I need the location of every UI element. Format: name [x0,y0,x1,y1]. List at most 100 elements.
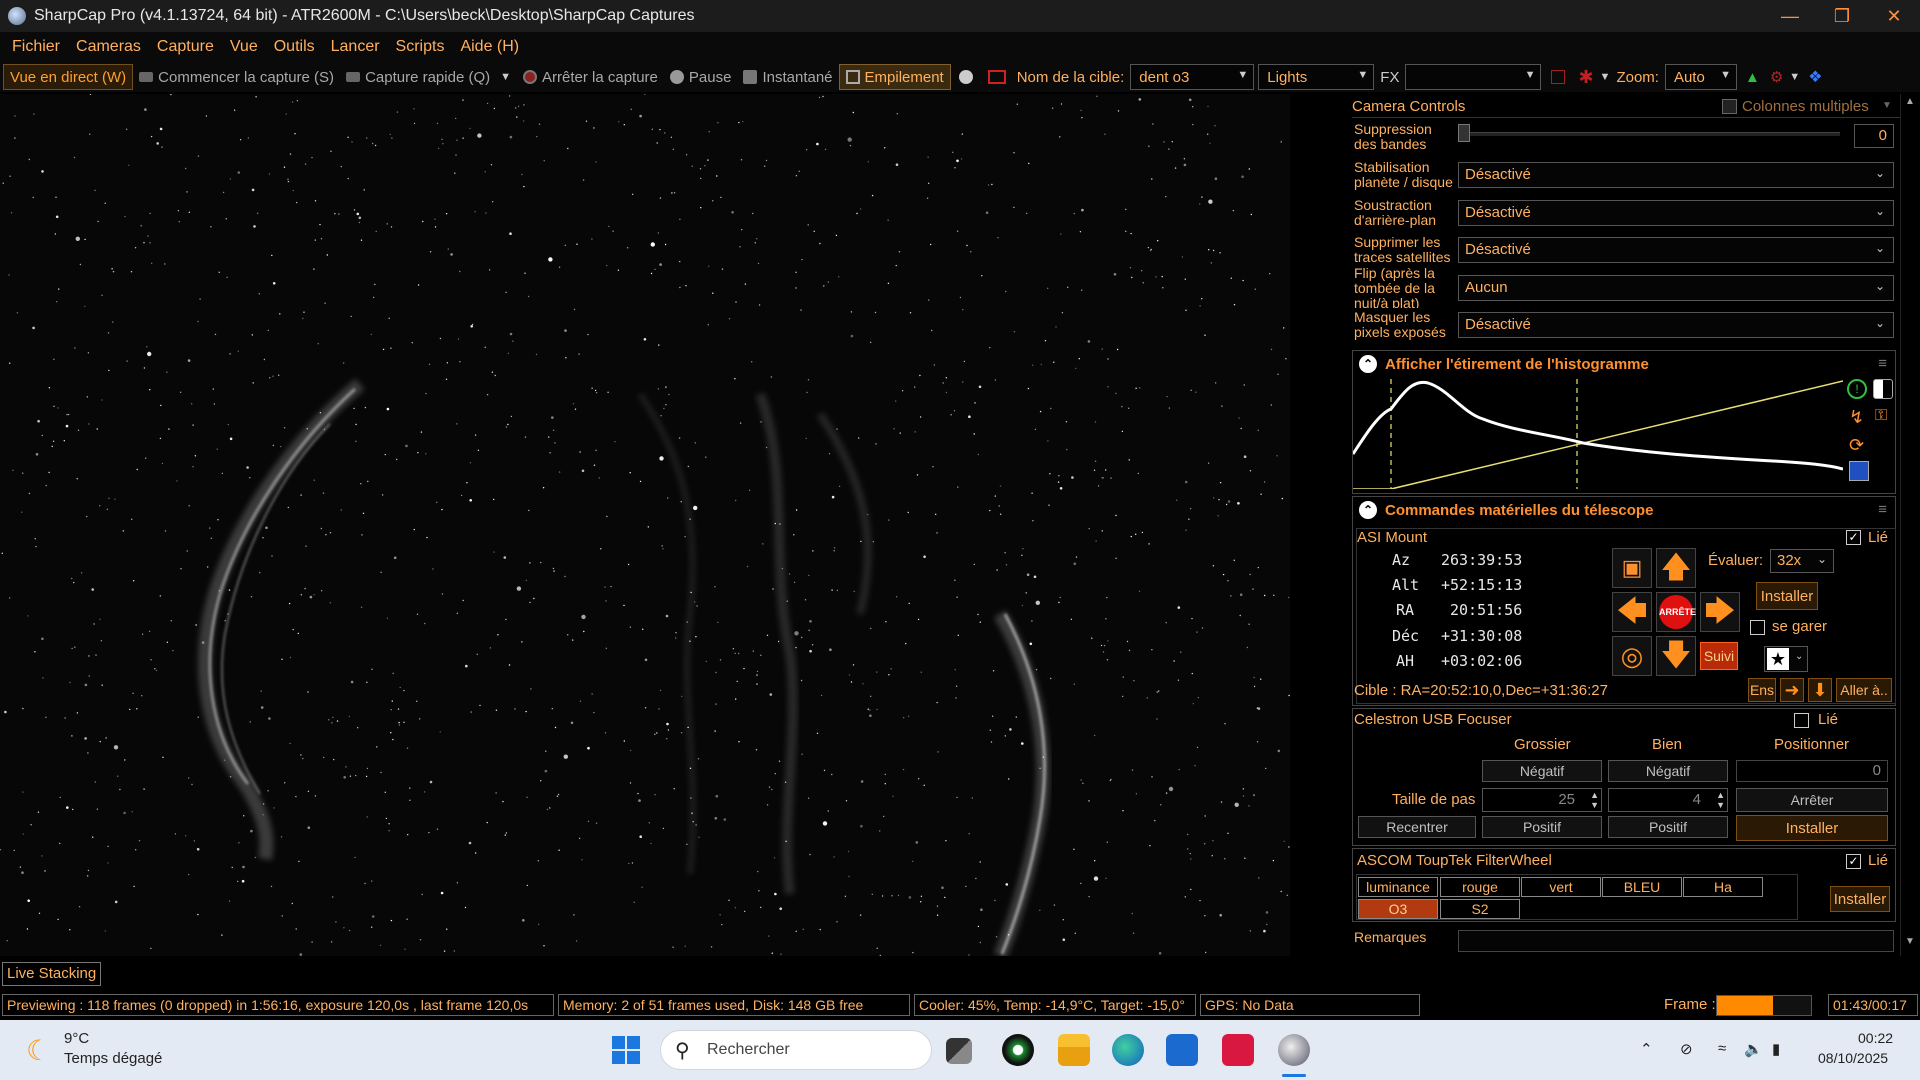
stacking-button[interactable]: Empilement [838,64,951,90]
menu-lancer[interactable]: Lancer [323,38,388,56]
background-subtraction-select[interactable]: Désactivé ⌄ [1458,200,1894,226]
pause-button[interactable]: Pause [664,64,738,90]
windows-start-icon[interactable] [612,1036,640,1064]
start-capture-button[interactable]: Commencer la capture (S) [133,64,340,90]
weather-desc[interactable]: Temps dégagé [64,1050,162,1067]
filterwheel-linked-checkbox[interactable]: ✓ [1846,854,1861,869]
flip-select[interactable]: Aucun ⌄ [1458,275,1894,301]
info-icon[interactable]: ! [1847,379,1867,399]
center-target-button[interactable]: ◎ [1612,636,1652,676]
fine-positive-button[interactable]: Positif [1608,816,1728,838]
menu-scripts[interactable]: Scripts [388,38,453,56]
histogram-icon[interactable]: ▲ [1745,69,1760,86]
chevron-down-icon[interactable]: ▼ [1600,71,1611,83]
scroll-down-icon[interactable]: ▼ [1905,936,1915,947]
mount-install-button[interactable]: Installer [1756,582,1818,610]
phd-guiding-icon[interactable] [1002,1034,1034,1066]
filter-luminance[interactable]: luminance [1358,877,1438,897]
menu-outils[interactable]: Outils [266,38,323,56]
mask-pixels-select[interactable]: Désactivé ⌄ [1458,312,1894,338]
microsoft-store-icon[interactable] [1166,1034,1198,1066]
minimize-button[interactable]: — [1764,0,1816,32]
brightness-icon[interactable] [958,70,973,84]
menu-capture[interactable]: Capture [149,38,222,56]
tracking-button[interactable]: Suivi [1700,642,1738,670]
goto-arrow-down-button[interactable]: ⬇ [1808,678,1832,702]
task-view-icon[interactable] [946,1038,972,1064]
quick-capture-button[interactable]: Capture rapide (Q) ▼ [340,64,517,90]
sharpcap-taskbar-icon[interactable] [1278,1034,1310,1066]
north-arrow-button[interactable]: 🡅 [1656,548,1696,588]
east-arrow-button[interactable]: 🡆 [1700,592,1740,632]
contrast-icon[interactable] [1873,379,1893,399]
coarse-positive-button[interactable]: Positif [1482,816,1602,838]
satellite-removal-select[interactable]: Désactivé ⌄ [1458,237,1894,263]
stabilisation-select[interactable]: Désactivé ⌄ [1458,162,1894,188]
banding-slider[interactable] [1458,124,1840,142]
menu-icon[interactable]: ≡ [1878,501,1887,518]
chevron-down-icon[interactable]: ▼ [500,71,511,83]
snapshot-button[interactable]: Instantané [737,64,838,90]
recenter-button[interactable]: Recentrer [1358,816,1476,838]
asiair-app-icon[interactable] [1222,1034,1254,1066]
menu-icon[interactable]: ≡ [1878,355,1887,372]
panel-scrollbar[interactable]: ▲ ▼ [1900,94,1918,956]
live-stacking-tab[interactable]: Live Stacking [2,962,102,986]
focuser-install-button[interactable]: Installer [1736,815,1888,841]
filter-o3[interactable]: O3 [1358,899,1438,919]
file-explorer-icon[interactable] [1058,1034,1090,1066]
filter-ha[interactable]: Ha [1683,877,1763,897]
menu-cameras[interactable]: Cameras [68,38,149,56]
lightning-icon[interactable]: ↯ [1849,407,1864,428]
reset-icon[interactable]: ⟳ [1849,435,1864,456]
spinner-icon[interactable]: ▲ ▼ [1590,790,1599,810]
filter-vert[interactable]: vert [1521,877,1601,897]
telescope-header[interactable]: ⌃ Commandes matérielles du télescope ≡ [1353,497,1895,523]
target-name-input[interactable]: dent o3 ▼ [1130,64,1255,90]
fine-step-input[interactable]: 4 ▲ ▼ [1608,788,1728,812]
star-select[interactable]: ★ ⌄ [1764,646,1808,672]
south-arrow-button[interactable]: 🡇 [1656,636,1696,676]
set-target-button[interactable]: Ens [1748,678,1776,702]
edge-browser-icon[interactable] [1112,1034,1144,1066]
coarse-step-input[interactable]: 25 ▲ ▼ [1482,788,1602,812]
frame-type-select[interactable]: Lights ▼ [1258,64,1375,90]
multi-columns-checkbox[interactable] [1722,99,1737,114]
weather-temp[interactable]: 9°C [64,1030,89,1047]
coarse-negative-button[interactable]: Négatif [1482,760,1602,782]
menu-fichier[interactable]: Fichier [4,38,68,56]
west-arrow-button[interactable]: 🡄 [1612,592,1652,632]
chevron-up-icon[interactable]: ⌃ [1640,1040,1653,1058]
weather-moon-icon[interactable]: ☾ [26,1034,51,1067]
focuser-stop-button[interactable]: Arrêter [1736,788,1888,812]
wifi-icon[interactable]: ≈ [1718,1040,1726,1057]
clock-time[interactable]: 00:22 [1858,1030,1893,1046]
position-value-field[interactable]: 0 [1736,760,1888,782]
spinner-icon[interactable]: ▲ ▼ [1716,790,1725,810]
polar-align-icon[interactable]: ❖ [1808,67,1822,87]
crosshair-icon[interactable]: ✱ [1578,67,1593,88]
histogram-header[interactable]: ⌃ Afficher l'étirement de l'histogramme … [1353,351,1895,377]
zoom-select[interactable]: Auto ▼ [1664,64,1737,90]
histogram-chart[interactable] [1353,379,1843,489]
filter-s2[interactable]: S2 [1440,899,1520,919]
mount-linked-checkbox[interactable]: ✓ [1846,530,1861,545]
chevron-down-icon[interactable]: ▼ [1882,100,1892,111]
collapse-icon[interactable]: ⌃ [1359,355,1377,373]
filter-bleu[interactable]: BLEU [1602,877,1682,897]
menu-aide[interactable]: Aide (H) [452,38,527,56]
close-button[interactable]: ✕ [1868,0,1920,32]
banding-value-input[interactable]: 0 [1854,124,1894,148]
stop-mount-button[interactable]: ARRÊTE [1656,592,1696,632]
collapse-icon[interactable]: ⌃ [1359,501,1377,519]
menu-vue[interactable]: Vue [222,38,266,56]
filter-rouge[interactable]: rouge [1440,877,1520,897]
live-view-button[interactable]: Vue en direct (W) [3,64,134,90]
live-image-view[interactable] [0,94,1290,956]
evaluate-select[interactable]: 32x ⌄ [1770,549,1834,573]
remarks-input[interactable] [1458,930,1894,952]
settings-icon[interactable]: ⚙ [1770,68,1783,86]
focuser-linked-checkbox[interactable] [1794,713,1809,728]
fx-select[interactable]: ▼ [1405,64,1542,90]
save-icon[interactable] [1849,461,1869,481]
